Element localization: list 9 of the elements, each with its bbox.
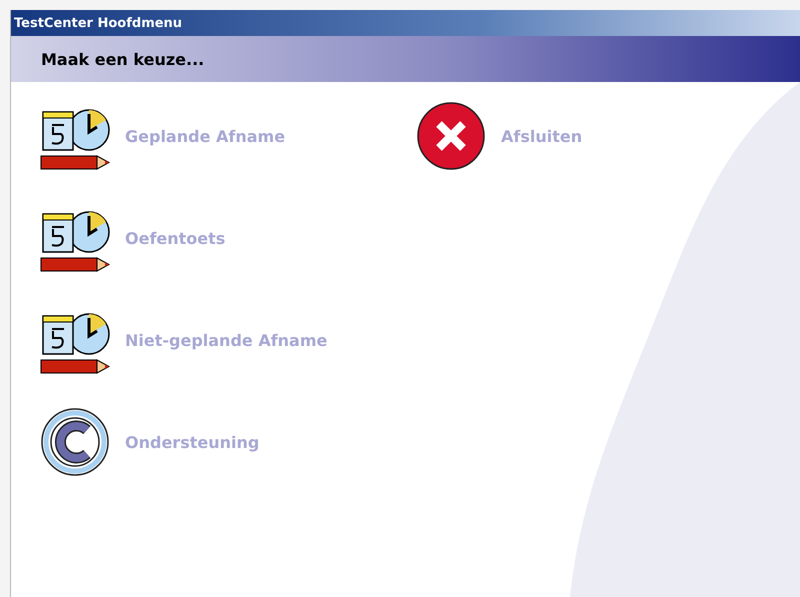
menu-item-link[interactable]: Ondersteuning: [125, 432, 260, 452]
copyright-icon[interactable]: [39, 406, 111, 478]
menu-item-link[interactable]: Geplande Afname: [125, 126, 286, 146]
header-text: Maak een keuze...: [41, 50, 204, 68]
menu-item-link[interactable]: Niet-geplande Afname: [125, 330, 328, 350]
window-title: TestCenter Hoofdmenu: [14, 16, 182, 30]
menu-item-link[interactable]: Oefentoets: [125, 228, 226, 248]
close-icon[interactable]: [415, 100, 487, 172]
menu-item-link[interactable]: Afsluiten: [501, 126, 582, 146]
